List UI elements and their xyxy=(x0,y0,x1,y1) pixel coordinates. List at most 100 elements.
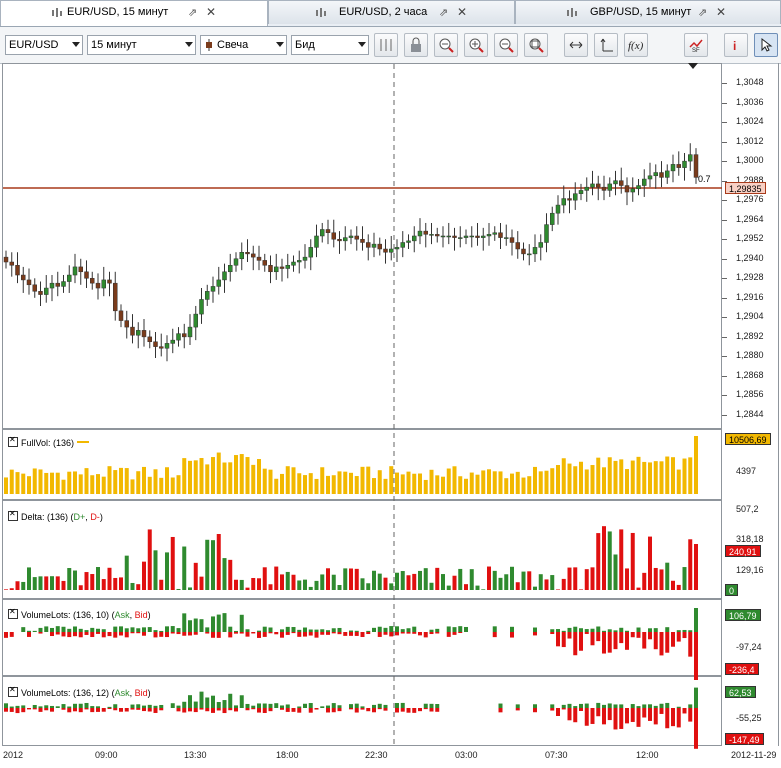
tab-gbpusd-15m[interactable]: GBP/USD, 15 минут ⇗ ✕ xyxy=(515,0,781,24)
timeframe-select[interactable]: 15 минут xyxy=(87,35,196,55)
volumelots-10-title: VolumeLots: (136, 10) xyxy=(21,610,110,620)
zoom-fit-button[interactable] xyxy=(434,33,458,57)
popout-icon[interactable]: ⇗ xyxy=(188,6,197,19)
ask-legend: Ask xyxy=(114,610,130,620)
price-tick-mark xyxy=(722,239,727,241)
price-tick-mark xyxy=(722,122,727,124)
pointer-button[interactable] xyxy=(754,33,778,57)
close-indicator-icon[interactable] xyxy=(8,607,18,619)
bid-value-tag: -147,49 xyxy=(725,733,764,745)
delta-panel[interactable] xyxy=(2,500,722,599)
delta-tick: 318,18 xyxy=(736,534,764,544)
bid-value-tag: -236,4 xyxy=(725,663,759,675)
price-tick-mark xyxy=(722,356,727,358)
pointer-icon xyxy=(761,37,773,52)
price-tick-label: 1,2976 xyxy=(736,194,764,205)
price-tick-label: 1,2904 xyxy=(736,311,764,322)
info-button[interactable]: i xyxy=(724,33,748,57)
price-tick-mark xyxy=(722,336,727,338)
time-label: 09:00 xyxy=(95,750,118,760)
chevron-down-icon xyxy=(185,42,193,47)
price-type-select[interactable]: Бид xyxy=(291,35,369,55)
indicators-button[interactable]: SF xyxy=(684,33,708,57)
delta-tick: 129,16 xyxy=(736,565,764,575)
price-tick-mark xyxy=(722,317,727,319)
price-tick-mark xyxy=(722,395,727,397)
candle-icon xyxy=(566,7,578,19)
price-tick-mark xyxy=(722,278,727,280)
price-tick-label: 1,2964 xyxy=(736,213,764,224)
tab-eurusd-15m[interactable]: EUR/USD, 15 минут ⇗ ✕ xyxy=(0,0,268,26)
lock-button[interactable] xyxy=(404,33,428,57)
price-tick-mark xyxy=(722,375,727,377)
symbol-select[interactable]: EUR/USD xyxy=(5,35,83,55)
candle-icon xyxy=(51,7,63,19)
candle-icon xyxy=(315,7,327,19)
time-label: 03:00 xyxy=(455,750,478,760)
zoom-reset-button[interactable] xyxy=(524,33,548,57)
cursor-lock-button[interactable] xyxy=(374,33,398,57)
chart-end-marker xyxy=(688,63,698,69)
price-tick-mark xyxy=(722,141,727,143)
close-icon[interactable]: ✕ xyxy=(206,5,216,19)
price-tick-label: 1,2928 xyxy=(736,272,764,283)
chevron-down-icon xyxy=(276,42,284,47)
axis-scale-button[interactable] xyxy=(594,33,618,57)
price-tick-label: 1,2916 xyxy=(736,291,764,302)
time-label: 07:30 xyxy=(545,750,568,760)
fullvol-panel[interactable] xyxy=(2,429,722,500)
close-indicator-icon[interactable] xyxy=(8,685,18,697)
price-tick-mark xyxy=(722,414,727,416)
price-tick-label: 1,3012 xyxy=(736,135,764,146)
volumelots-12-title: VolumeLots: (136, 12) xyxy=(21,688,110,698)
close-icon[interactable]: ✕ xyxy=(457,5,467,19)
bid-legend: Bid xyxy=(134,688,148,698)
popout-icon[interactable]: ⇗ xyxy=(439,6,448,19)
info-icon: i xyxy=(733,39,736,53)
tab-label: GBP/USD, 15 минут xyxy=(590,6,692,18)
axis-scale-icon xyxy=(600,38,613,52)
indicators-label: SF xyxy=(692,48,700,53)
tab-eurusd-2h[interactable]: EUR/USD, 2 часа ⇗ ✕ xyxy=(268,0,515,24)
time-label: 18:00 xyxy=(276,750,299,760)
function-button[interactable]: f(x) xyxy=(624,33,648,57)
price-tick-label: 1,2952 xyxy=(736,233,764,244)
price-tick-label: 1,2856 xyxy=(736,389,764,400)
price-tick-label: 1,2940 xyxy=(736,252,764,263)
timeframe-value: 15 минут xyxy=(91,39,137,51)
price-tick-label: 1,3048 xyxy=(736,77,764,88)
delta-minus-legend: D- xyxy=(90,512,100,522)
volumelots-10-label: VolumeLots: (136, 10) (Ask, Bid) xyxy=(8,607,151,620)
close-indicator-icon[interactable] xyxy=(8,435,18,447)
zoom-fit-icon xyxy=(439,38,454,53)
price-line-note: 0.7 xyxy=(698,174,711,184)
close-icon[interactable]: ✕ xyxy=(716,5,726,19)
indicators-icon: SF xyxy=(689,39,703,53)
svg-text:i: i xyxy=(733,39,736,53)
price-tick-label: 1,2892 xyxy=(736,330,764,341)
chart-type-select[interactable]: Свеча xyxy=(200,35,287,55)
price-panel[interactable] xyxy=(2,63,722,429)
scroll-left-right-icon xyxy=(569,41,583,49)
tab-label: EUR/USD, 15 минут xyxy=(67,6,169,18)
bid-legend: Bid xyxy=(134,610,148,620)
fullvol-label: FullVol: (136) xyxy=(8,435,89,448)
tab-label: EUR/USD, 2 часа xyxy=(339,6,428,18)
popout-icon[interactable]: ⇗ xyxy=(698,6,707,19)
price-type-value: Бид xyxy=(295,39,315,51)
scroll-button[interactable] xyxy=(564,33,588,57)
fullvol-value-tag: 10506,69 xyxy=(725,433,771,445)
price-tick-label: 1,3036 xyxy=(736,96,764,107)
price-tick-label: 1,2880 xyxy=(736,350,764,361)
zoom-in-button[interactable] xyxy=(464,33,488,57)
close-indicator-icon[interactable] xyxy=(8,509,18,521)
delta-label: Delta: (136) (D+, D-) xyxy=(8,509,103,522)
volumelots-12-tick: -55,25 xyxy=(736,713,762,723)
chart-tab-bar: EUR/USD, 15 минут ⇗ ✕ EUR/USD, 2 часа ⇗ … xyxy=(0,0,781,27)
price-tick-mark xyxy=(722,200,727,202)
zoom-out-button[interactable] xyxy=(494,33,518,57)
volumelots-12-label: VolumeLots: (136, 12) (Ask, Bid) xyxy=(8,685,151,698)
price-tick-mark xyxy=(722,258,727,260)
chart-toolbar: EUR/USD 15 минут Свеча Бид f(x) SF i xyxy=(0,27,781,64)
time-label: 12:00 xyxy=(636,750,659,760)
